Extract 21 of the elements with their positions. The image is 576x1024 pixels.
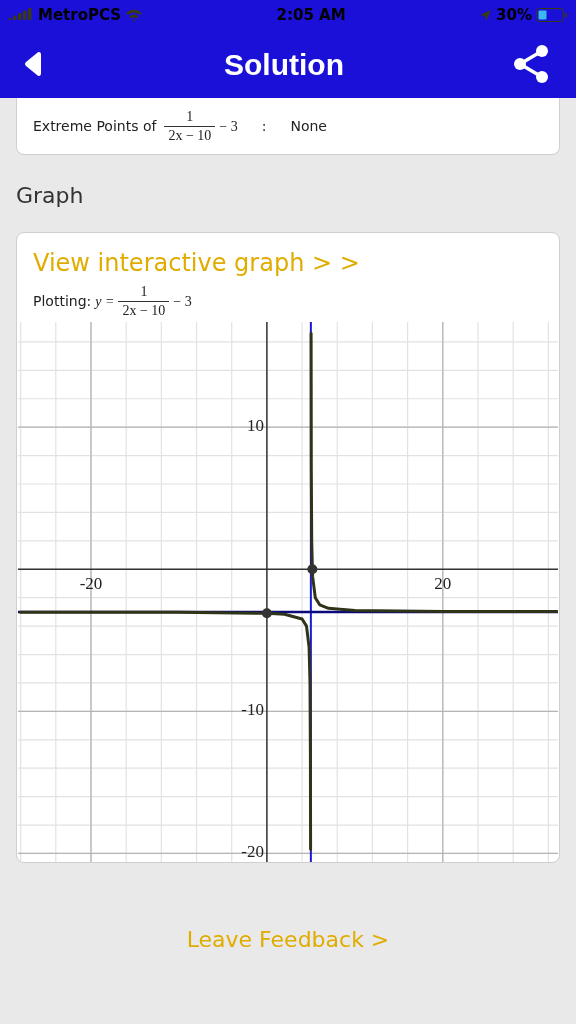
math-term: y = <box>95 293 115 311</box>
carrier-name: MetroPCS <box>38 4 122 26</box>
result-value: None <box>290 116 327 136</box>
numerator: 1 <box>185 109 195 126</box>
plotting-label: Plotting: <box>33 292 92 311</box>
denominator: 2x − 10 <box>164 125 216 143</box>
math-term: − 3 <box>219 117 238 136</box>
result-label: Extreme Points of <box>33 116 157 136</box>
battery-percent: 30% <box>496 4 532 26</box>
page-title: Solution <box>224 46 344 83</box>
numerator: 1 <box>139 285 149 301</box>
math-term: − 3 <box>173 293 192 311</box>
tick-label: -20 <box>79 574 103 594</box>
separator: : <box>261 116 267 136</box>
clock-time: 2:05 AM <box>276 4 346 26</box>
tick-label: 20 <box>434 574 452 594</box>
tick-label: -10 <box>241 700 264 720</box>
section-heading: Graph <box>16 182 85 210</box>
tick-label: -20 <box>241 842 264 862</box>
tick-label: 10 <box>246 416 264 436</box>
denominator: 2x − 10 <box>118 301 170 318</box>
